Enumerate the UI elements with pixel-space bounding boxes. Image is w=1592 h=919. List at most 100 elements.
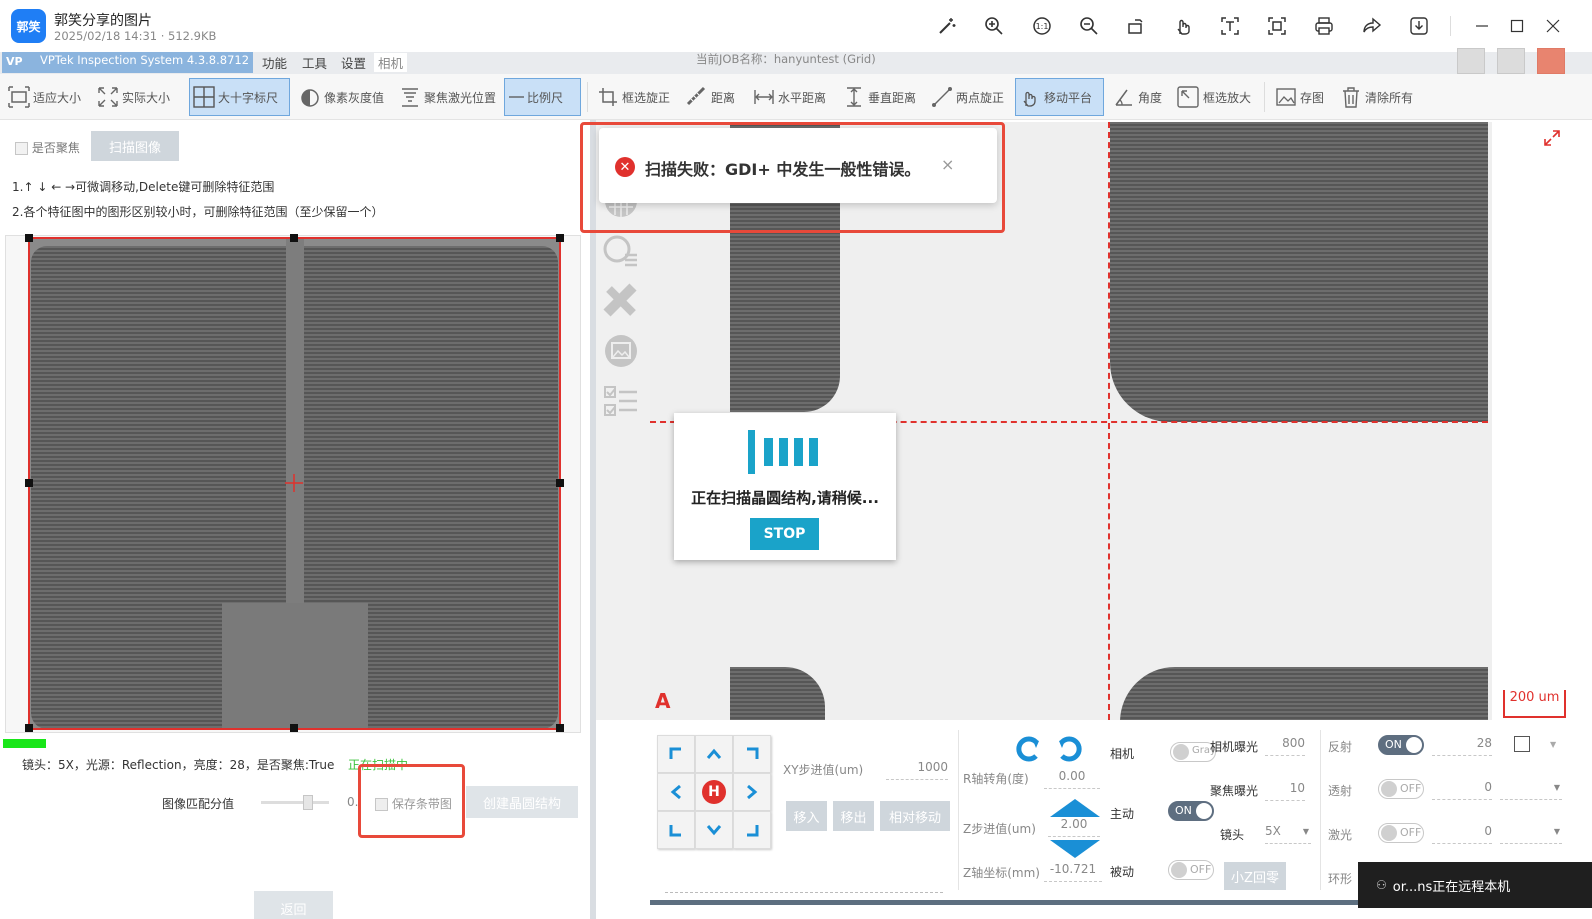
xy-step-label: XY步进值(um)	[783, 763, 864, 777]
hint-line-1: 1.↑ ↓ ← →可微调移动,Delete键可删除特征范围	[12, 180, 275, 194]
expand-icon	[98, 87, 118, 107]
move-up-right-button[interactable]	[733, 735, 771, 773]
divider	[1450, 16, 1451, 36]
focus-checkbox[interactable]: 是否聚焦	[15, 139, 80, 156]
move-in-button[interactable]: 移入	[786, 801, 827, 831]
camera-exposure-input[interactable]: 800	[1265, 736, 1305, 756]
reflect-checkbox[interactable]	[1514, 736, 1530, 752]
reflect-brightness-input[interactable]: 28	[1432, 736, 1492, 756]
scale-bar-button[interactable]: 比例尺	[504, 78, 581, 116]
box-zoom-button[interactable]: 框选放大	[1173, 78, 1254, 116]
app-title: VPTek Inspection System 4.3.8.8712	[2, 52, 253, 73]
focus-exposure-input[interactable]: 10	[1265, 781, 1305, 801]
chevron-down-icon[interactable]: ▼	[1550, 740, 1556, 749]
z-down-icon[interactable]	[1050, 840, 1100, 858]
move-up-button[interactable]	[695, 735, 733, 773]
active-toggle[interactable]: ON	[1168, 801, 1214, 821]
menu-tools[interactable]: 工具	[302, 53, 327, 72]
share-icon[interactable]	[1360, 14, 1384, 38]
laser-brightness-input[interactable]: 0	[1432, 824, 1492, 844]
highlight-box	[358, 764, 465, 838]
scan-image-button[interactable]: 扫描图像	[91, 131, 179, 161]
actual-size-button[interactable]: 实际大小	[94, 78, 173, 116]
close-window-icon[interactable]	[1541, 14, 1565, 38]
transmit-toggle[interactable]: OFF	[1378, 779, 1424, 799]
download-icon[interactable]	[1407, 14, 1431, 38]
rotate-ccw-icon[interactable]	[1014, 734, 1044, 764]
small-z-home-button[interactable]: 小Z回零	[1224, 862, 1286, 890]
cross-ruler-button[interactable]: 大十字标尺	[189, 78, 290, 116]
crop-icon[interactable]	[1265, 14, 1289, 38]
checklist-icon[interactable]	[603, 383, 639, 419]
lens-status: 镜头：5X，光源：Reflection，亮度：28，是否聚焦:True	[22, 758, 335, 772]
ocr-icon[interactable]	[1218, 14, 1242, 38]
move-out-button[interactable]: 移出	[833, 801, 874, 831]
resize-handle[interactable]	[25, 724, 33, 732]
maximize-icon[interactable]	[1505, 14, 1529, 38]
wafer-list-icon[interactable]	[603, 233, 639, 269]
resize-handle[interactable]	[556, 234, 564, 242]
home-button[interactable]: H	[695, 773, 733, 811]
z-up-icon[interactable]	[1050, 799, 1100, 817]
lens-select[interactable]: 5X ▼	[1265, 824, 1311, 844]
menu-camera[interactable]: 相机	[374, 53, 408, 72]
move-down-left-button[interactable]	[657, 811, 695, 849]
create-wafer-button[interactable]: 创建晶圆结构	[466, 786, 578, 818]
relative-move-button[interactable]: 相对移动	[880, 801, 950, 831]
h-distance-button[interactable]: 水平距离	[750, 78, 829, 116]
passive-toggle[interactable]: OFF	[1168, 860, 1214, 880]
laser-select[interactable]: ▼	[1500, 824, 1562, 844]
xy-step-input[interactable]: 1000	[886, 760, 948, 780]
minimize-icon[interactable]	[1470, 14, 1494, 38]
print-icon[interactable]	[1312, 14, 1336, 38]
hand-icon[interactable]	[1171, 14, 1195, 38]
focus-laser-button[interactable]: 聚焦激光位置	[396, 78, 499, 116]
distance-button[interactable]: 距离	[683, 78, 738, 116]
fit-size-button[interactable]: 适应大小	[5, 78, 84, 116]
save-image-button[interactable]: 存图	[1272, 78, 1327, 116]
app-restore-button[interactable]	[1497, 48, 1525, 74]
r-angle-input[interactable]: 0.00	[1044, 769, 1100, 789]
ruler-tools-icon[interactable]	[603, 283, 639, 319]
reflect-toggle[interactable]: ON	[1378, 735, 1424, 755]
laser-toggle[interactable]: OFF	[1378, 823, 1424, 843]
stop-button[interactable]: STOP	[750, 518, 819, 550]
resize-handle[interactable]	[556, 724, 564, 732]
image-frame-icon[interactable]	[603, 333, 639, 369]
menu-settings[interactable]: 设置	[341, 53, 366, 72]
move-stage-button[interactable]: 移动平台	[1015, 78, 1104, 116]
app-exit-button[interactable]	[1537, 48, 1565, 74]
app-minimize-button[interactable]	[1457, 48, 1485, 74]
transmit-select[interactable]: ▼	[1500, 780, 1562, 800]
magic-wand-icon[interactable]	[935, 14, 959, 38]
zoom-in-icon[interactable]	[982, 14, 1006, 38]
transmit-brightness-input[interactable]: 0	[1432, 780, 1492, 800]
back-button[interactable]: 返回	[254, 891, 333, 919]
clear-all-button[interactable]: 清除所有	[1337, 78, 1416, 116]
v-distance-button[interactable]: 垂直距离	[840, 78, 919, 116]
move-down-button[interactable]	[695, 811, 733, 849]
z-step-input[interactable]: 2.00	[1048, 817, 1100, 837]
two-point-button[interactable]: 两点旋正	[928, 78, 1007, 116]
rotate-cw-icon[interactable]	[1054, 734, 1084, 764]
resize-handle[interactable]	[556, 479, 564, 487]
angle-button[interactable]: 角度	[1110, 78, 1165, 116]
move-up-left-button[interactable]	[657, 735, 695, 773]
box-rotate-button[interactable]: 框选旋正	[594, 78, 673, 116]
resize-handle[interactable]	[25, 479, 33, 487]
rotate-icon[interactable]	[1124, 14, 1148, 38]
menu-function[interactable]: 功能	[262, 53, 287, 72]
dpad: H	[655, 733, 775, 853]
resize-handle[interactable]	[290, 234, 298, 242]
match-slider[interactable]	[261, 795, 329, 810]
zoom-out-icon[interactable]	[1077, 14, 1101, 38]
resize-handle[interactable]	[25, 234, 33, 242]
move-left-button[interactable]	[657, 773, 695, 811]
resize-handle[interactable]	[290, 724, 298, 732]
collapse-icon[interactable]	[1542, 128, 1562, 148]
actual-size-icon[interactable]: 1:1	[1030, 14, 1054, 38]
viewer-titlebar	[0, 0, 1592, 52]
pixel-gray-button[interactable]: 像素灰度值	[296, 78, 387, 116]
move-down-right-button[interactable]	[733, 811, 771, 849]
move-right-button[interactable]	[733, 773, 771, 811]
